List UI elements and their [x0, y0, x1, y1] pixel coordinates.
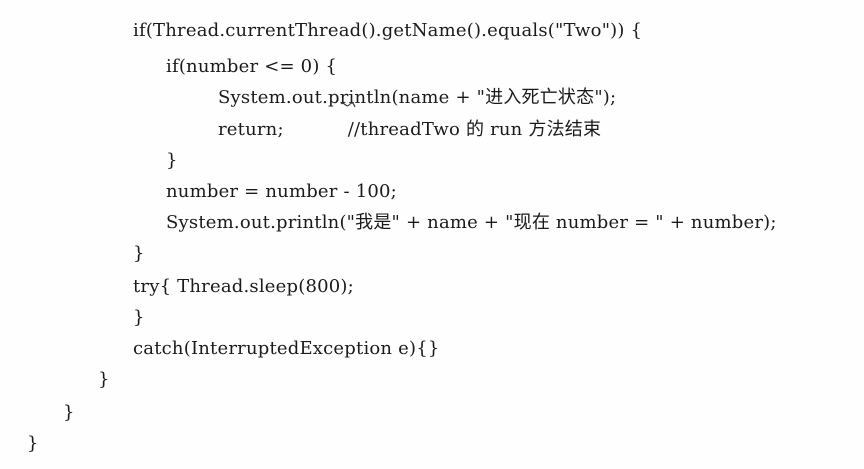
code-line-close-brace: }	[133, 243, 145, 264]
code-line-close-brace: }	[166, 150, 178, 171]
code-line-number-decrement: number = number - 100;	[166, 181, 397, 202]
code-comment: //threadTwo 的 run 方法结束	[347, 119, 602, 140]
code-line-close-brace: }	[63, 402, 75, 423]
code-line-try-sleep: try{ Thread.sleep(800);	[133, 276, 354, 297]
code-line-if-number: if(number <= 0) {	[166, 56, 338, 77]
return-statement: return;	[218, 119, 284, 140]
code-line-close-brace: }	[98, 369, 110, 390]
code-line-catch: catch(InterruptedException e){}	[133, 338, 440, 359]
code-listing: if(Thread.currentThread().getName().equa…	[0, 0, 864, 469]
code-line-println-death: System.out.println(name + "进入死亡状态");	[218, 87, 617, 108]
code-line-close-brace: }	[27, 433, 39, 454]
code-line-return: return; //threadTwo 的 run 方法结束	[218, 119, 601, 141]
code-line-if-thread-two: if(Thread.currentThread().getName().equa…	[133, 20, 643, 41]
code-line-close-brace: }	[133, 307, 145, 328]
code-line-println-number: System.out.println("我是" + name + "现在 num…	[166, 212, 777, 233]
